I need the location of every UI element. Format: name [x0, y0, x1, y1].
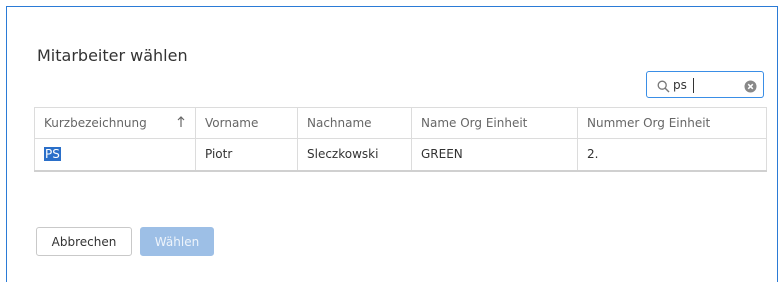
- column-header-label: Nummer Org Einheit: [587, 116, 711, 130]
- selected-text: PS: [44, 147, 61, 162]
- search-icon: [657, 78, 670, 97]
- clear-icon[interactable]: [744, 78, 757, 97]
- column-header-nummer-org-einheit[interactable]: Nummer Org Einheit: [577, 107, 767, 139]
- search-input[interactable]: [673, 76, 739, 94]
- table-cell-nachname[interactable]: Sleczkowski: [297, 138, 412, 172]
- column-header-name-org-einheit[interactable]: Name Org Einheit: [411, 107, 578, 139]
- column-header-nachname[interactable]: Nachname: [297, 107, 412, 139]
- column-header-label: Vorname: [205, 116, 259, 130]
- table-header-row: Kurzbezeichnung Vorname Nachname Name Or…: [34, 107, 767, 139]
- table-cell-name-org-einheit[interactable]: GREEN: [411, 138, 578, 172]
- cancel-button[interactable]: Abbrechen: [36, 227, 132, 256]
- employee-table: Kurzbezeichnung Vorname Nachname Name Or…: [34, 107, 767, 172]
- sort-ascending-icon: [177, 116, 185, 130]
- table-cell-nummer-org-einheit[interactable]: 2.: [577, 138, 767, 172]
- column-header-label: Nachname: [307, 116, 372, 130]
- table-row[interactable]: PS Piotr Sleczkowski GREEN 2.: [34, 138, 767, 172]
- choose-button[interactable]: Wählen: [140, 227, 214, 256]
- column-header-label: Name Org Einheit: [421, 116, 528, 130]
- dialog-title: Mitarbeiter wählen: [37, 46, 188, 65]
- table-cell-kurzbezeichnung[interactable]: PS: [34, 138, 196, 172]
- text-cursor: [693, 78, 694, 93]
- table-cell-vorname[interactable]: Piotr: [195, 138, 298, 172]
- search-box[interactable]: [646, 71, 764, 98]
- column-header-label: Kurzbezeichnung: [44, 116, 147, 130]
- column-header-kurzbezeichnung[interactable]: Kurzbezeichnung: [34, 107, 196, 139]
- column-header-vorname[interactable]: Vorname: [195, 107, 298, 139]
